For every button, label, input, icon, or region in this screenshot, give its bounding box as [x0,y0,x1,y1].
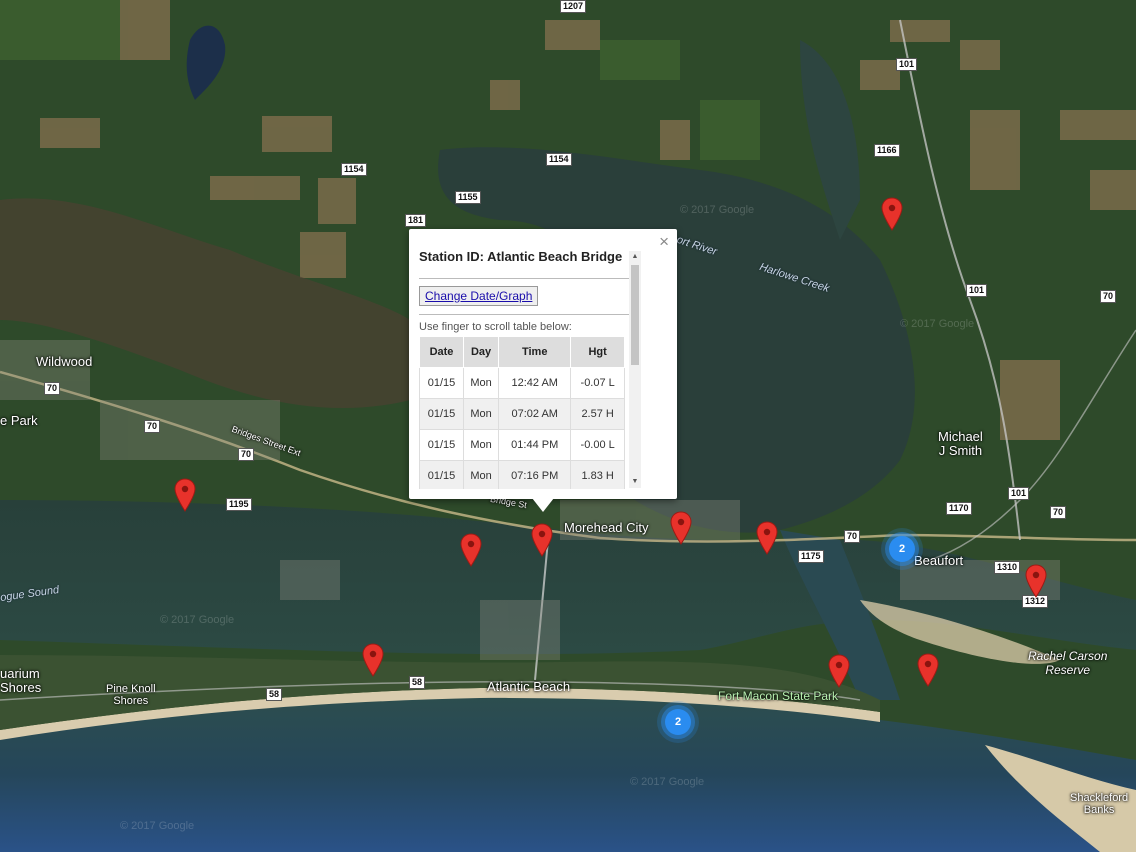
route-shield: 1154 [546,153,572,166]
label-morehead-city: Morehead City [564,520,649,535]
station-marker[interactable] [881,197,903,231]
station-marker[interactable] [670,511,692,545]
route-shield: 1166 [874,144,900,157]
cell-time: 12:42 AM [498,367,572,399]
label-michael-j-smith: Michael J Smith [938,430,983,458]
cell-day: Mon [462,398,500,430]
label-michael-line1: Michael [938,429,983,444]
scrollbar-thumb[interactable] [631,265,639,365]
label-michael-line2: J Smith [938,443,983,458]
map-watermark-3: © 2017 Google [630,776,705,788]
route-shield: 70 [1100,290,1117,303]
column-header-day: Day [462,336,500,368]
route-shield: 181 [405,214,427,227]
label-pine-knoll-line2: Shores [113,695,149,707]
station-marker[interactable] [460,533,482,567]
cell-hgt: 2.57 H [570,398,625,430]
station-marker[interactable] [174,478,196,512]
cell-time: 07:02 AM [498,398,572,430]
route-shield: 1195 [226,498,252,511]
label-park: e Park [0,413,38,428]
label-shackleford-line2: Banks [1083,804,1115,816]
cell-hgt: -0.07 L [570,367,625,399]
map-watermark-4: © 2017 Google [680,204,755,216]
label-atlantic-beach: Atlantic Beach [487,679,571,694]
map-watermark-2: © 2017 Google [120,820,195,832]
route-shield: 70 [44,382,61,395]
station-marker[interactable] [756,521,778,555]
map-watermark-5: © 2017 Google [900,318,975,330]
label-fort-macon: Fort Macon State Park [718,689,839,703]
label-shackleford: Shackleford Banks [1070,792,1128,816]
station-marker[interactable] [362,643,384,677]
station-info-window: × Station ID: Atlantic Beach Bridge Chan… [409,229,677,499]
label-wildwood: Wildwood [36,354,93,369]
info-window-pointer [532,498,554,512]
tide-table: Date Day Time Hgt 01/15 Mon 12:42 AM -0.… [419,336,625,489]
marker-cluster[interactable]: 2 [889,536,915,562]
table-row: 01/15 Mon 07:16 PM 1.83 H [419,460,625,489]
divider [419,278,629,279]
column-header-hgt: Hgt [570,336,625,368]
route-shield: 58 [266,688,283,701]
label-rachel-carson-line1: Rachel Carson [1028,649,1108,663]
route-shield: 1154 [341,163,367,176]
change-date-graph-button[interactable]: Change Date/Graph [419,286,539,306]
route-shield: 101 [1008,487,1030,500]
route-shield: 70 [144,420,161,433]
scroll-down-icon[interactable]: ▼ [629,476,641,488]
route-shield: 70 [238,448,255,461]
label-pine-knoll-shores: Pine Knoll Shores [106,683,156,707]
column-header-time: Time [498,336,572,368]
label-aquarium-line1: uarium [0,666,40,681]
route-shield: 1310 [994,561,1021,574]
label-shackleford-line1: Shackleford [1070,792,1129,804]
table-header-row: Date Day Time Hgt [419,336,625,368]
cell-hgt: 1.83 H [570,460,625,489]
label-aquarium-line2: Shores [0,680,42,695]
station-marker[interactable] [917,653,939,687]
route-shield: 1170 [946,502,972,515]
cell-day: Mon [462,460,500,489]
route-shield: 1155 [455,191,481,204]
divider [419,314,629,315]
route-shield: 101 [896,58,918,71]
column-header-date: Date [419,336,464,368]
label-aquarium: uarium Shores [0,667,41,695]
marker-cluster[interactable]: 2 [665,709,691,735]
route-shield: 101 [966,284,988,297]
route-shield: 58 [409,676,426,689]
cell-day: Mon [462,429,500,461]
cell-hgt: -0.00 L [570,429,625,461]
station-marker[interactable] [828,654,850,688]
info-window-content[interactable]: Station ID: Atlantic Beach Bridge Change… [419,239,629,489]
cell-date: 01/15 [419,460,464,489]
info-window-scrollbar[interactable]: ▲ ▼ [629,251,641,488]
station-marker[interactable] [1025,564,1047,598]
cell-date: 01/15 [419,398,464,430]
route-shield: 1207 [560,0,587,13]
station-title: Station ID: Atlantic Beach Bridge [419,249,623,264]
label-rachel-carson: Rachel Carson Reserve [1028,649,1107,677]
cell-date: 01/15 [419,429,464,461]
route-shield: 70 [1050,506,1067,519]
close-icon[interactable]: × [659,233,669,251]
label-pine-knoll-line1: Pine Knoll [106,683,156,695]
route-shield: 70 [844,530,861,543]
label-rachel-carson-line2: Reserve [1045,663,1091,677]
scroll-hint: Use finger to scroll table below: [419,321,572,333]
cell-date: 01/15 [419,367,464,399]
table-row: 01/15 Mon 12:42 AM -0.07 L [419,367,625,399]
station-marker-selected[interactable] [531,523,553,557]
cell-time: 07:16 PM [498,460,572,489]
cell-time: 01:44 PM [498,429,572,461]
route-shield: 1175 [798,550,824,563]
map-watermark: © 2017 Google [160,614,235,626]
table-row: 01/15 Mon 07:02 AM 2.57 H [419,398,625,430]
scroll-up-icon[interactable]: ▲ [629,251,641,263]
label-beaufort: Beaufort [914,553,964,568]
cell-day: Mon [462,367,500,399]
table-row: 01/15 Mon 01:44 PM -0.00 L [419,429,625,461]
